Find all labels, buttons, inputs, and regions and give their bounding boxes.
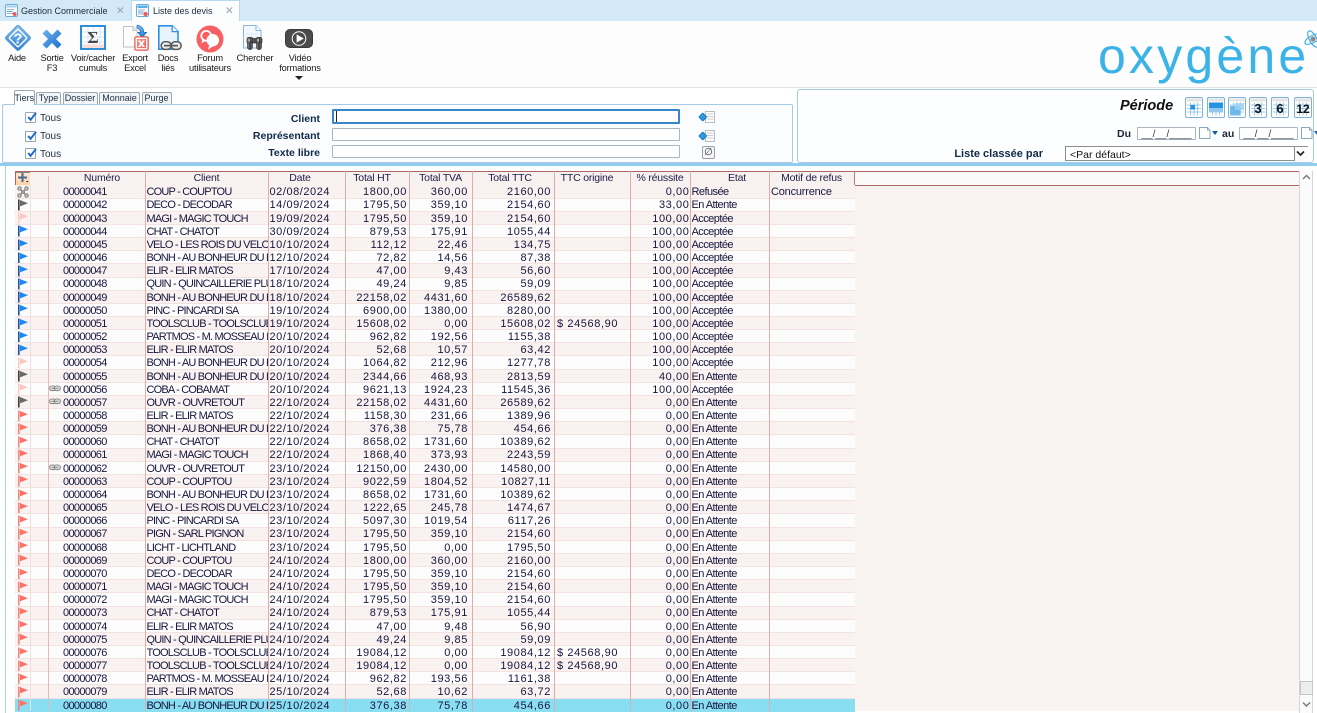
svg-text:Σ: Σ — [87, 28, 98, 47]
svg-text:12: 12 — [1296, 102, 1310, 116]
svg-text:6: 6 — [1276, 101, 1283, 116]
svg-text:3: 3 — [1254, 101, 1261, 116]
svg-text:?: ? — [13, 31, 22, 48]
